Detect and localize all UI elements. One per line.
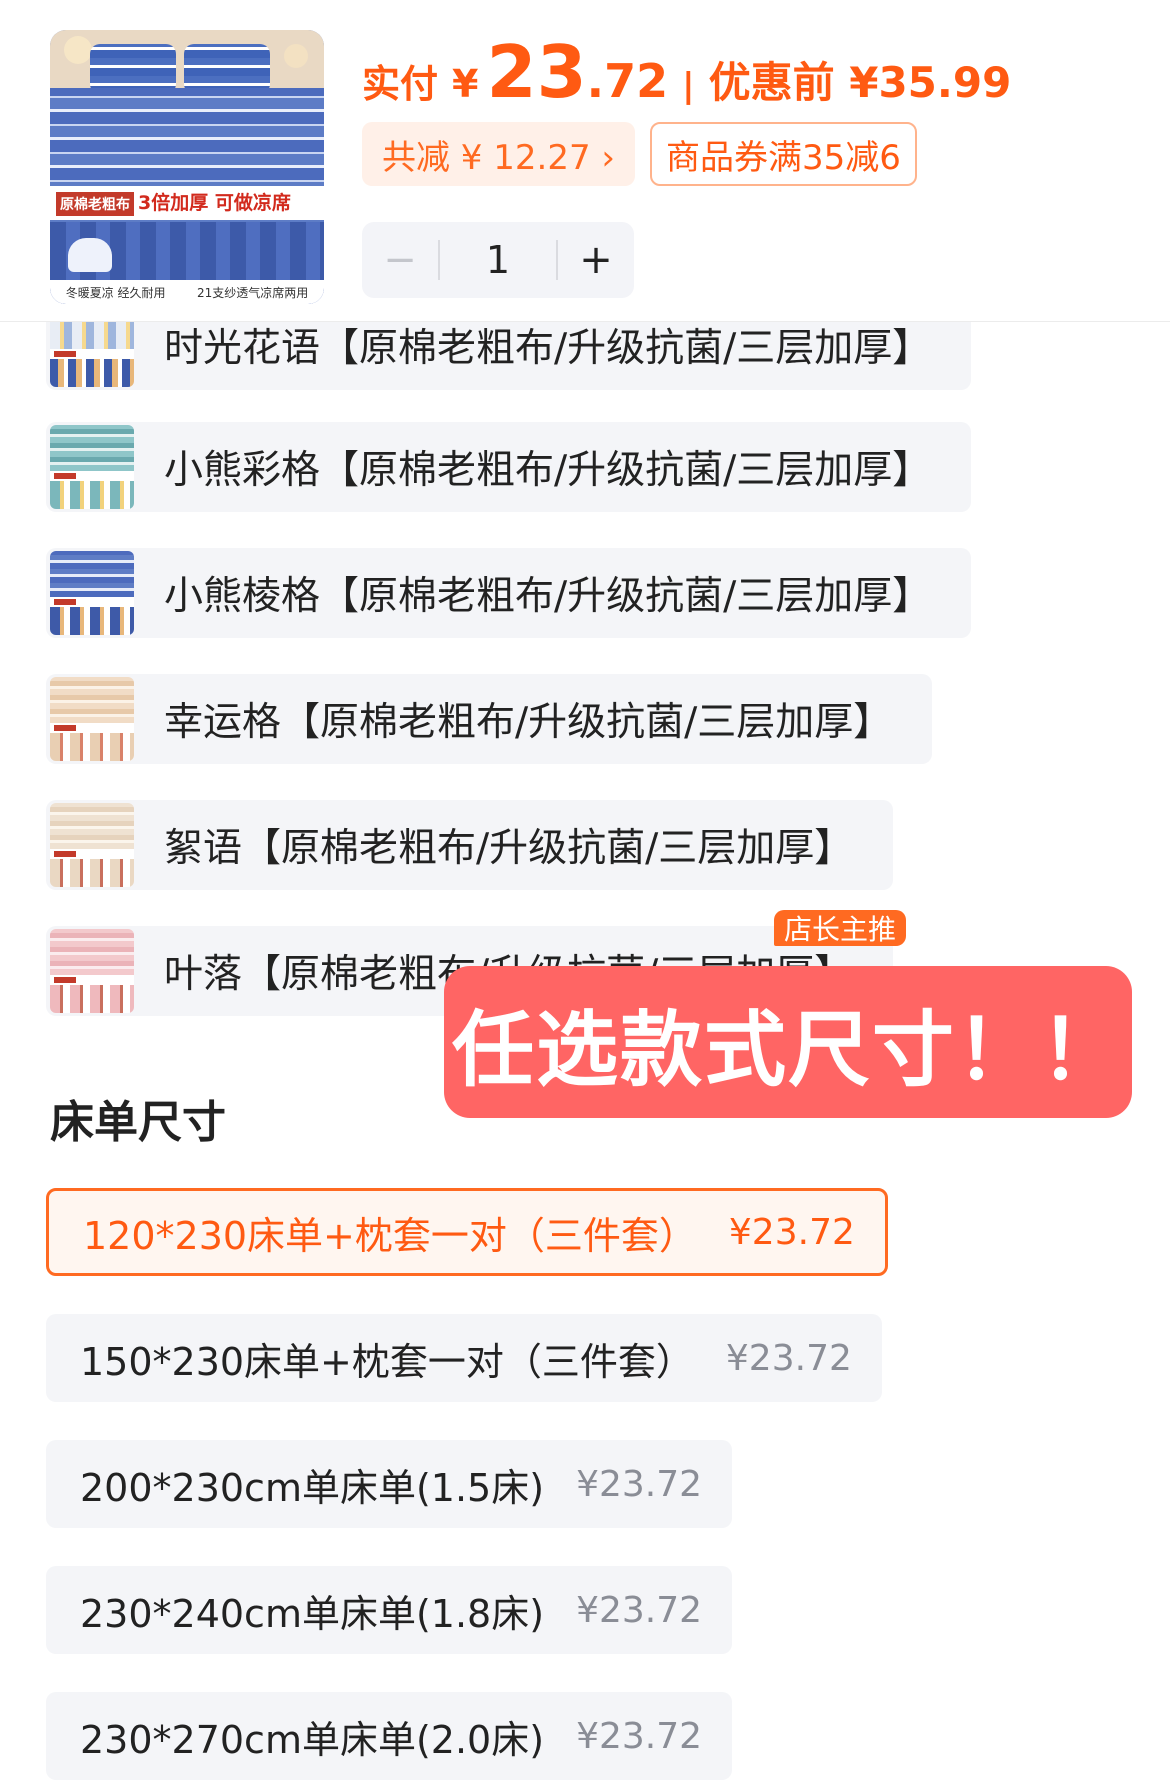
quantity-value[interactable]: 1 bbox=[440, 238, 556, 282]
size-option-price: ¥23.72 bbox=[728, 1211, 855, 1253]
style-thumb-band bbox=[50, 349, 134, 359]
price-separator: | bbox=[682, 66, 695, 106]
thumbnail-footer: 冬暖夏凉 经久耐用 21支纱透气凉席两用 bbox=[50, 280, 324, 304]
style-option-xuyu[interactable]: 絮语【原棉老粗布/升级抗菌/三层加厚】 bbox=[46, 800, 894, 890]
style-thumb-top bbox=[50, 551, 134, 597]
style-option-xiaoxiongcaige[interactable]: 小熊彩格【原棉老粗布/升级抗菌/三层加厚】 bbox=[46, 422, 972, 512]
style-thumbnail bbox=[50, 929, 134, 1013]
style-thumb-top bbox=[50, 677, 134, 723]
thumbnail-pillow-right bbox=[184, 44, 270, 94]
increase-quantity-button[interactable]: + bbox=[558, 222, 634, 298]
thumbnail-elephant-pattern bbox=[68, 238, 112, 272]
discount-detail-chip[interactable]: 共减 ¥ 12.27 › bbox=[362, 122, 635, 186]
price-integer: 23 bbox=[486, 30, 587, 114]
size-option-name: 230*270cm单床单(2.0床) bbox=[80, 1717, 545, 1762]
style-thumb-bottom bbox=[50, 481, 134, 509]
paid-label: 实付 bbox=[362, 62, 439, 106]
style-thumb-band bbox=[50, 471, 134, 481]
product-options-page: 原棉老粗布 3倍加厚 可做凉席 冬暖夏凉 经久耐用 21支纱透气凉席两用 实付 … bbox=[0, 0, 1170, 1785]
thumbnail-pillow-left bbox=[90, 44, 176, 94]
size-option-price: ¥23.72 bbox=[576, 1463, 703, 1505]
price-row: 实付 ¥ 23 .72 | 优惠前 ¥35.99 bbox=[362, 36, 1011, 110]
style-thumb-band bbox=[50, 975, 134, 985]
size-option-name: 150*230床单+枕套一对（三件套） bbox=[80, 1339, 694, 1384]
style-option-label: 小熊棱格【原棉老粗布/升级抗菌/三层加厚】 bbox=[164, 574, 932, 619]
style-option-label: 时光花语【原棉老粗布/升级抗菌/三层加厚】 bbox=[164, 326, 932, 371]
size-option-150x230-set[interactable]: 150*230床单+枕套一对（三件套） ¥23.72 bbox=[46, 1314, 882, 1402]
decrease-quantity-button[interactable]: − bbox=[362, 222, 438, 298]
style-thumb-band bbox=[50, 597, 134, 607]
style-thumbnail bbox=[50, 425, 134, 509]
price-decimal: .72 bbox=[586, 54, 669, 108]
style-thumb-top bbox=[50, 929, 134, 975]
style-option-xiaoxionglengge[interactable]: 小熊棱格【原棉老粗布/升级抗菌/三层加厚】 bbox=[46, 548, 972, 638]
thumbnail-footer-right: 21支纱透气凉席两用 bbox=[196, 285, 309, 300]
style-thumb-top bbox=[50, 803, 134, 849]
coupon-chip[interactable]: 商品券满35减6 bbox=[650, 122, 917, 186]
size-option-price: ¥23.72 bbox=[576, 1715, 703, 1757]
style-option-label: 絮语【原棉老粗布/升级抗菌/三层加厚】 bbox=[164, 826, 854, 871]
promo-overlay-banner: 任选款式尺寸！！ bbox=[444, 966, 1132, 1118]
size-option-name: 120*230床单+枕套一对（三件套） bbox=[83, 1213, 697, 1258]
size-option-120x230-set[interactable]: 120*230床单+枕套一对（三件套） ¥23.72 bbox=[46, 1188, 888, 1276]
size-section-title: 床单尺寸 bbox=[50, 1097, 226, 1148]
style-thumbnail bbox=[50, 803, 134, 887]
size-option-230x270[interactable]: 230*270cm单床单(2.0床) ¥23.72 bbox=[46, 1692, 733, 1780]
size-option-price: ¥23.72 bbox=[576, 1589, 703, 1631]
store-manager-pick-badge: 店长主推 bbox=[774, 910, 907, 946]
size-option-name: 230*240cm单床单(1.8床) bbox=[80, 1591, 545, 1636]
original-price: 优惠前 ¥35.99 bbox=[708, 58, 1012, 107]
size-option-name: 200*230cm单床单(1.5床) bbox=[80, 1465, 545, 1510]
style-thumb-bottom bbox=[50, 607, 134, 635]
product-thumbnail[interactable]: 原棉老粗布 3倍加厚 可做凉席 冬暖夏凉 经久耐用 21支纱透气凉席两用 bbox=[50, 30, 324, 304]
style-thumb-bottom bbox=[50, 985, 134, 1013]
size-option-price: ¥23.72 bbox=[725, 1337, 852, 1379]
size-option-200x230[interactable]: 200*230cm单床单(1.5床) ¥23.72 bbox=[46, 1440, 733, 1528]
style-thumbnail bbox=[50, 677, 134, 761]
thumbnail-lamp-right bbox=[284, 44, 308, 68]
style-option-label: 幸运格【原棉老粗布/升级抗菌/三层加厚】 bbox=[164, 700, 893, 745]
purchase-header: 原棉老粗布 3倍加厚 可做凉席 冬暖夏凉 经久耐用 21支纱透气凉席两用 实付 … bbox=[0, 0, 1170, 322]
quantity-stepper: − 1 + bbox=[362, 222, 634, 298]
style-thumb-band bbox=[50, 849, 134, 859]
thumbnail-footer-left: 冬暖夏凉 经久耐用 bbox=[65, 285, 166, 300]
style-thumb-band bbox=[50, 723, 134, 733]
thumbnail-caption-left: 原棉老粗布 bbox=[54, 190, 136, 218]
style-thumbnail bbox=[50, 551, 134, 635]
thumbnail-lamp bbox=[64, 36, 92, 64]
style-thumb-bottom bbox=[50, 859, 134, 887]
style-option-xingyunge[interactable]: 幸运格【原棉老粗布/升级抗菌/三层加厚】 bbox=[46, 674, 933, 764]
style-thumb-bottom bbox=[50, 733, 134, 761]
currency-symbol: ¥ bbox=[452, 62, 479, 106]
size-option-230x240[interactable]: 230*240cm单床单(1.8床) ¥23.72 bbox=[46, 1566, 733, 1654]
style-thumb-bottom bbox=[50, 359, 134, 387]
style-option-label: 小熊彩格【原棉老粗布/升级抗菌/三层加厚】 bbox=[164, 448, 932, 493]
style-thumb-top bbox=[50, 425, 134, 471]
thumbnail-caption-right: 3倍加厚 可做凉席 bbox=[138, 192, 291, 214]
